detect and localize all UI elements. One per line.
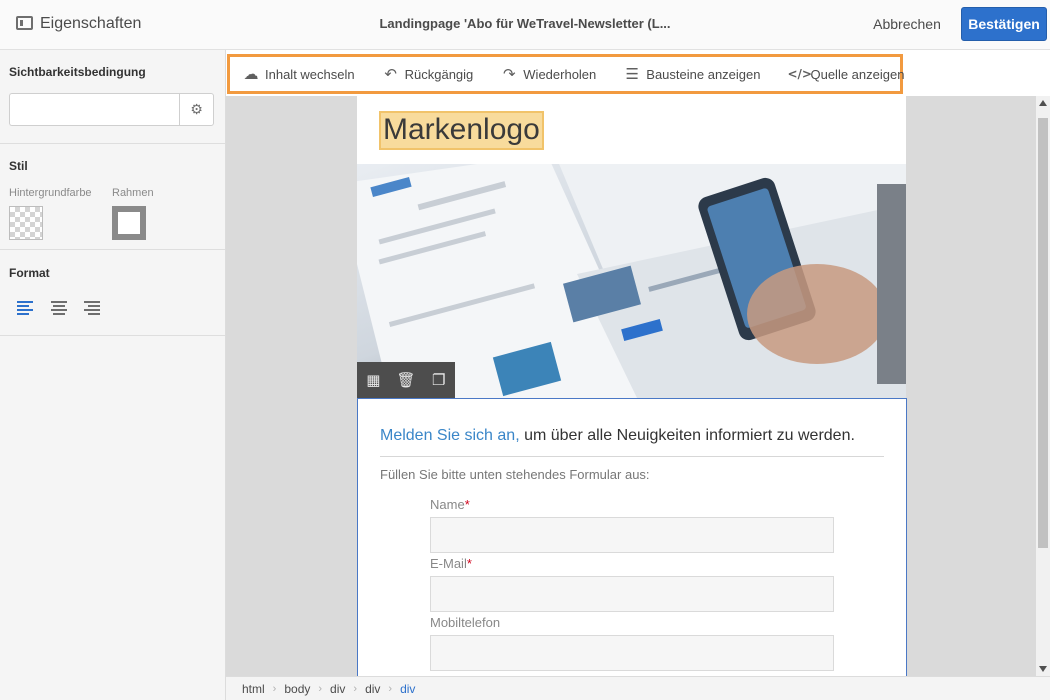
cancel-button[interactable]: Abbrechen: [868, 7, 946, 41]
switch-content-label: Inhalt wechseln: [265, 66, 355, 82]
cloud-upload-icon: ☁: [243, 65, 259, 83]
style-title: Stil: [9, 159, 28, 173]
required-marker: *: [466, 556, 472, 571]
background-color-label: Hintergrundfarbe: [9, 187, 92, 199]
breadcrumb: html › body › div › div › div: [226, 676, 1050, 700]
editor-toolbar-area: ☁ Inhalt wechseln ↶ Rückgängig ↷ Wiederh…: [226, 50, 1050, 96]
visibility-condition-input[interactable]: [9, 93, 179, 126]
breadcrumb-div[interactable]: div: [330, 682, 345, 696]
gear-icon[interactable]: ⚙: [179, 93, 214, 126]
undo-button[interactable]: ↶ Rückgängig: [370, 57, 474, 91]
panel-icon[interactable]: [16, 16, 33, 30]
copy-icon[interactable]: ❐: [422, 371, 455, 389]
list-icon: ☰: [625, 65, 639, 83]
scroll-up-icon[interactable]: [1039, 100, 1047, 106]
align-center-icon[interactable]: [51, 300, 71, 316]
breadcrumb-html[interactable]: html: [242, 682, 265, 696]
breadcrumb-body[interactable]: body: [284, 682, 310, 696]
email-label-text: E-Mail: [430, 556, 467, 571]
panel-title: Eigenschaften: [40, 15, 142, 32]
border-label: Rahmen: [112, 187, 154, 199]
background-color-swatch[interactable]: [9, 206, 43, 240]
scroll-down-icon[interactable]: [1039, 666, 1047, 672]
required-marker: *: [464, 497, 470, 512]
name-label-text: Name: [430, 497, 465, 512]
visibility-title: Sichtbarkeitsbedingung: [9, 65, 146, 79]
email-label: E-Mail*: [430, 556, 472, 571]
switch-content-button[interactable]: ☁ Inhalt wechseln: [230, 57, 355, 91]
chevron-right-icon: ›: [318, 682, 323, 695]
brand-logo-placeholder[interactable]: Markenlogo: [379, 111, 544, 150]
show-source-label: Quelle anzeigen: [810, 66, 905, 82]
breadcrumb-div[interactable]: div: [365, 682, 380, 696]
format-section: Format: [0, 250, 225, 336]
redo-icon: ↷: [502, 65, 516, 83]
mobile-field[interactable]: [430, 635, 834, 671]
chevron-right-icon: ›: [272, 682, 277, 695]
mobile-label: Mobiltelefon: [430, 615, 501, 630]
undo-label: Rückgängig: [404, 66, 474, 82]
editor-canvas: Markenlogo ▦ 🗑 ❐ Melden Sie sich an, um …: [226, 96, 1036, 676]
code-icon: </>: [787, 67, 812, 81]
headline-text: um über alle Neuigkeiten informiert zu w…: [519, 427, 855, 444]
properties-panel: Sichtbarkeitsbedingung ⚙ Stil Hintergrun…: [0, 50, 226, 700]
scroll-thumb[interactable]: [1038, 118, 1048, 548]
form-headline: Melden Sie sich an, um über alle Neuigke…: [380, 427, 855, 445]
landing-page-preview: Markenlogo ▦ 🗑 ❐ Melden Sie sich an, um …: [357, 96, 907, 676]
align-left-icon[interactable]: [17, 300, 37, 316]
show-blocks-label: Bausteine anzeigen: [646, 66, 761, 82]
layout-icon[interactable]: ▦: [357, 371, 390, 389]
show-source-button[interactable]: </> Quelle anzeigen: [775, 57, 904, 91]
divider: [380, 456, 884, 457]
document-title: Landingpage 'Abo für WeTravel-Newsletter…: [379, 16, 671, 31]
visibility-section: Sichtbarkeitsbedingung ⚙: [0, 50, 225, 144]
border-swatch[interactable]: [112, 206, 146, 240]
undo-icon: ↶: [384, 65, 397, 83]
header: Eigenschaften Landingpage 'Abo für WeTra…: [0, 0, 1050, 50]
block-toolbar: ▦ 🗑 ❐: [357, 362, 455, 398]
subscription-form-block[interactable]: Melden Sie sich an, um über alle Neuigke…: [357, 398, 907, 676]
confirm-button[interactable]: Bestätigen: [961, 7, 1047, 41]
redo-label: Wiederholen: [523, 66, 597, 82]
editor-toolbar: ☁ Inhalt wechseln ↶ Rückgängig ↷ Wiederh…: [227, 54, 904, 94]
chevron-right-icon: ›: [353, 682, 358, 695]
form-intro: Füllen Sie bitte unten stehendes Formula…: [380, 467, 650, 482]
format-title: Format: [9, 266, 50, 280]
signup-link[interactable]: Melden Sie sich an,: [380, 427, 520, 444]
name-label: Name*: [430, 497, 470, 512]
show-blocks-button[interactable]: ☰ Bausteine anzeigen: [611, 57, 761, 91]
align-right-icon[interactable]: [84, 300, 104, 316]
chevron-right-icon: ›: [388, 682, 393, 695]
redo-button[interactable]: ↷ Wiederholen: [488, 57, 596, 91]
breadcrumb-div-current[interactable]: div: [400, 682, 415, 696]
email-field[interactable]: [430, 576, 834, 612]
canvas-scrollbar[interactable]: [1036, 96, 1050, 676]
name-field[interactable]: [430, 517, 834, 553]
trash-icon[interactable]: 🗑: [390, 371, 423, 389]
